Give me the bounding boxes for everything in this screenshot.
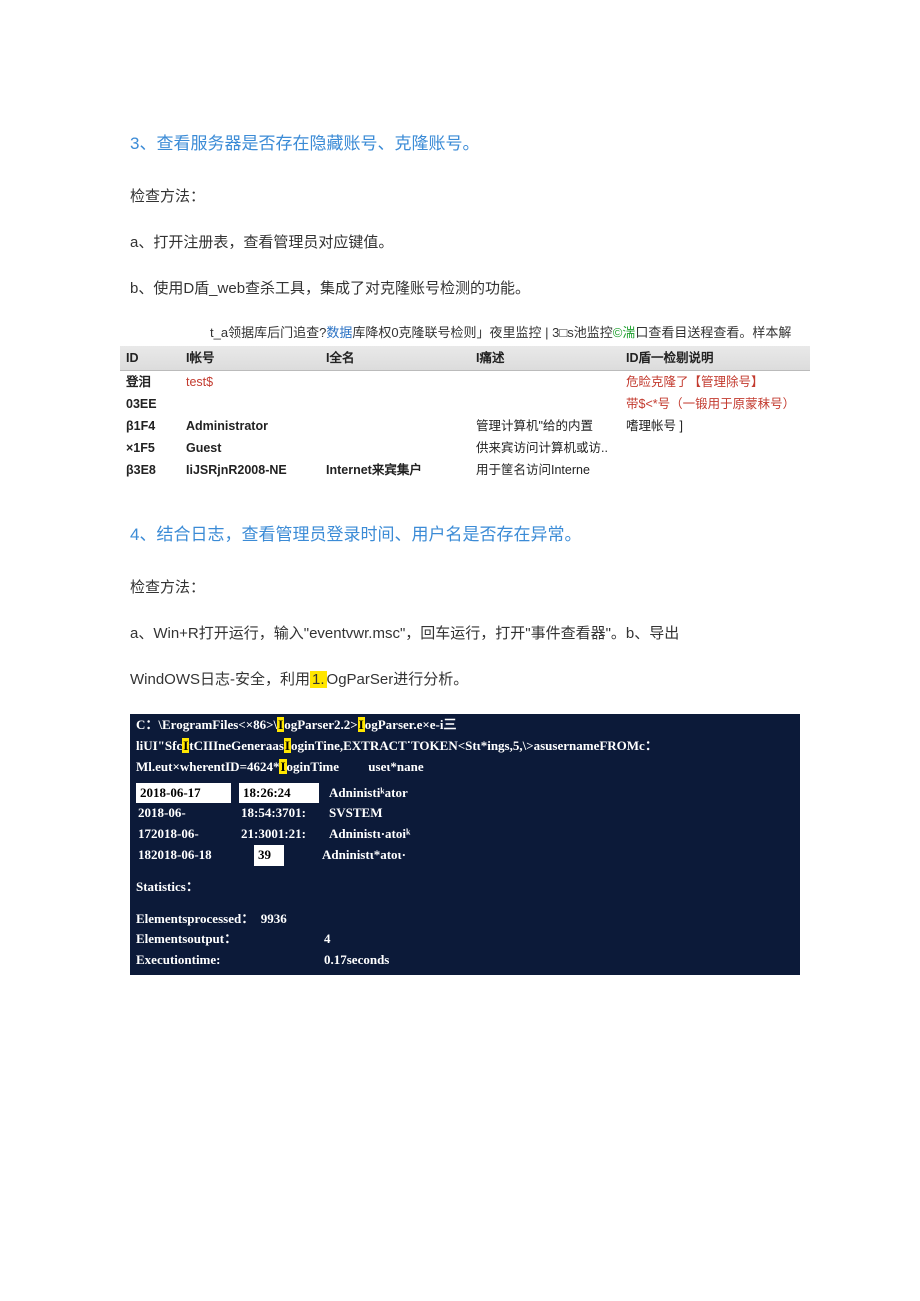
col-desc: I痛述 [470, 346, 620, 371]
cell-full [320, 437, 470, 459]
section4-p1: 检查方法： [130, 576, 800, 600]
caption-c: 库降权0克隆联号检则」夜里监控 | 3□s池监控 [352, 325, 612, 340]
stats-row: Elementsprocessed： 9936 [130, 909, 800, 930]
caption-b: 数据 [326, 325, 352, 340]
col-note: ID盾一检剔说明 [620, 346, 810, 371]
section3-heading: 3、查看服务器是否存在隐藏账号、克隆账号。 [130, 130, 800, 157]
cell-acct: Guest [180, 437, 320, 459]
stats-label: Statistics： [130, 876, 800, 899]
cell-full [320, 370, 470, 393]
stats-row: Executiontime: 0.17seconds [130, 950, 800, 971]
term-c1: 182018-06-18 [136, 845, 246, 866]
cell-id: 03EE [120, 393, 180, 415]
section3-p3: b、使用D盾_web查杀工具，集成了对克隆账号检测的功能。 [130, 277, 800, 301]
table-row: ×1F5 Guest 供来宾访问计算机或访.. [120, 437, 810, 459]
term-data-row: 182018-06-18 39 Adninistι*atoι· [130, 845, 800, 866]
term-c3: SVSTEM [327, 803, 384, 824]
term-c1: 2018-06- [136, 803, 231, 824]
stats-k: Executiontime: [136, 950, 316, 971]
term-c2: 39 [254, 845, 284, 866]
stats-k: Elementsprocessed： 9936 [136, 909, 316, 930]
caption-a: t_a领据库后门追查? [210, 325, 326, 340]
term-data-row: 172018-06- 21:3001:21: Adninistι·atoiᵏ [130, 824, 800, 845]
term-c2: 18:26:24 [239, 783, 319, 804]
cell-note: 带$<*号（一锻用于原蒙秣号） [620, 393, 810, 415]
cell-acct: IiJSRjnR2008-NE [180, 459, 320, 481]
term-c3: Adninistι*atoι· [320, 845, 408, 866]
table-row: β1F4 Administrator 管理计算机"给的内置 嗜理帐号 ] [120, 415, 810, 437]
stats-v: 4 [324, 929, 331, 950]
term-c3: Adninistι·atoiᵏ [327, 824, 412, 845]
stats-v: 0.17seconds [324, 950, 389, 971]
p3-highlight: 1. [310, 671, 327, 688]
term-c2: 21:3001:21: [239, 824, 319, 845]
cell-id: β3E8 [120, 459, 180, 481]
term-c3: Adninistiᵏator [327, 783, 410, 804]
cell-acct: Administrator [180, 415, 320, 437]
stats-row: Elementsoutput： 4 [130, 929, 800, 950]
ddun-panel: t_a领据库后门追查?数据库降权0克隆联号检则」夜里监控 | 3□s池监控©湍口… [120, 323, 810, 481]
p3-a: WindOWS日志-安全，利用 [130, 671, 310, 688]
cell-acct: test$ [180, 370, 320, 393]
ddun-table: ID I帐号 I全名 I痛述 ID盾一检剔说明 登泪 test$ 危睑克隆了【管… [120, 346, 810, 481]
caption-e: 口查看目送程查看。样本解 [635, 325, 791, 340]
table-row: 登泪 test$ 危睑克隆了【管理除号】 [120, 370, 810, 393]
col-id: ID [120, 346, 180, 371]
cell-full [320, 415, 470, 437]
cell-note [620, 437, 810, 459]
section3-p1: 检查方法： [130, 185, 800, 209]
p3-b: OgParSer进行分析。 [327, 671, 469, 688]
cell-desc [470, 370, 620, 393]
section4-p2: a、Win+R打开运行，输入"eventvwr.msc"，回车运行，打开"事件查… [130, 622, 800, 646]
cell-note [620, 459, 810, 481]
term-c1: 172018-06- [136, 824, 231, 845]
cell-id: ×1F5 [120, 437, 180, 459]
cell-desc: 用于筐名访问Interne [470, 459, 620, 481]
stats-k: Elementsoutput： [136, 929, 316, 950]
section4-p3: WindOWS日志-安全，利用1.OgParSer进行分析。 [130, 668, 800, 692]
cell-note: 嗜理帐号 ] [620, 415, 810, 437]
table-row: β3E8 IiJSRjnR2008-NE Internet来宾集户 用于筐名访问… [120, 459, 810, 481]
terminal-command: C：\ErogramFiles<×86>\IogParser2.2>IogPar… [130, 714, 800, 778]
cell-id: β1F4 [120, 415, 180, 437]
section4-heading: 4、结合日志，查看管理员登录时间、用户名是否存在异常。 [130, 521, 800, 548]
term-c1: 2018-06-17 [136, 783, 231, 804]
ddun-tabs: t_a领据库后门追查?数据库降权0克隆联号检则」夜里监控 | 3□s池监控©湍口… [120, 323, 810, 344]
cell-note: 危睑克隆了【管理除号】 [620, 370, 810, 393]
cell-acct [180, 393, 320, 415]
cell-desc: 管理计算机"给的内置 [470, 415, 620, 437]
col-full: I全名 [320, 346, 470, 371]
cell-full: Internet来宾集户 [320, 459, 470, 481]
table-row: 03EE 带$<*号（一锻用于原蒙秣号） [120, 393, 810, 415]
caption-d: ©湍 [613, 325, 636, 340]
term-data-row: 2018-06- 18:54:3701: SVSTEM [130, 803, 800, 824]
cell-full [320, 393, 470, 415]
cell-desc: 供来宾访问计算机或访.. [470, 437, 620, 459]
section3-p2: a、打开注册表，查看管理员对应键值。 [130, 231, 800, 255]
terminal-panel: C：\ErogramFiles<×86>\IogParser2.2>IogPar… [130, 714, 800, 975]
cell-id: 登泪 [120, 370, 180, 393]
term-c2: 18:54:3701: [239, 803, 319, 824]
ddun-header-row: ID I帐号 I全名 I痛述 ID盾一检剔说明 [120, 346, 810, 371]
col-acct: I帐号 [180, 346, 320, 371]
term-data-row: 2018-06-17 18:26:24 Adninistiᵏator [130, 783, 800, 804]
cell-desc [470, 393, 620, 415]
